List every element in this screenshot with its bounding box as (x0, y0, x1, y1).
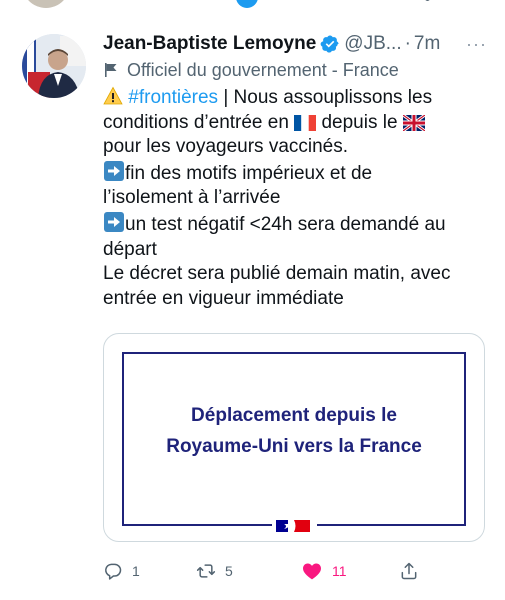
reply-icon (105, 563, 122, 580)
reply-count: 1 (132, 563, 140, 579)
verified-badge-icon (320, 35, 339, 53)
previous-tweet-fragment (0, 0, 505, 10)
government-label: Officiel du gouvernement - France (103, 58, 399, 82)
text-line-9: entrée en vigueur immédiate (103, 287, 344, 309)
header-separator: · (404, 33, 411, 54)
previous-accent-icon (236, 0, 258, 8)
uk-flag-icon (402, 114, 425, 131)
card-title-line-2: Royaume-Uni vers la France (166, 436, 422, 457)
french-republic-logo (272, 518, 317, 534)
text-line-6: un test négatif <24h sera demandé au (103, 211, 493, 238)
tweet-text: #frontières | Nous assouplissons les con… (103, 86, 493, 311)
tweet-timestamp[interactable]: 7m (414, 31, 440, 57)
text-line-5: l’isolement à l’arrivée (103, 187, 281, 209)
author-handle[interactable]: @JB... (344, 31, 401, 57)
card-title: Déplacement depuis le Royaume-Uni vers l… (104, 400, 484, 462)
text-segment: depuis le (321, 111, 403, 133)
retweet-icon (196, 564, 216, 578)
label-text: Officiel du gouvernement - France (127, 59, 399, 80)
france-flag-icon (294, 114, 317, 131)
heart-icon (303, 563, 321, 580)
text-line-2: conditions d’entrée en depuis le (103, 111, 493, 136)
hashtag-link[interactable]: #frontières (128, 87, 218, 108)
like-button[interactable]: 11 (301, 559, 347, 583)
text-segment: fin des motifs impérieux et de (125, 162, 373, 184)
retweet-count: 5 (225, 563, 233, 579)
text-line-3: pour les voyageurs vaccinés. (103, 136, 349, 158)
action-bar: 1 5 11 (103, 559, 433, 583)
more-options-icon[interactable]: ··· (466, 31, 487, 57)
right-arrow-icon (104, 211, 124, 232)
avatar-image (22, 34, 86, 98)
previous-dot (425, 0, 430, 1)
share-icon (401, 562, 417, 580)
text-segment: conditions d’entrée en (103, 111, 295, 133)
text-line-7: départ (103, 238, 157, 260)
warning-icon (103, 86, 123, 105)
text-line-8: Le décret sera publié demain matin, avec (103, 263, 451, 285)
previous-avatar (22, 0, 70, 8)
right-arrow-icon (104, 160, 124, 181)
tweet-header: Jean-Baptiste Lemoyne @JB... · 7m ··· (103, 31, 487, 57)
flag-icon (105, 63, 117, 77)
author-name[interactable]: Jean-Baptiste Lemoyne (103, 31, 316, 57)
profile-avatar[interactable] (22, 34, 86, 98)
text-segment: | Nous assouplissons les (218, 87, 433, 108)
text-segment: un test négatif <24h sera demandé au (125, 213, 446, 235)
text-line-1: #frontières | Nous assouplissons les (103, 86, 493, 111)
like-count: 11 (332, 563, 347, 579)
retweet-button[interactable]: 5 (196, 559, 233, 583)
card-title-line-1: Déplacement depuis le (191, 405, 397, 426)
text-line-4: fin des motifs impérieux et de (103, 160, 493, 187)
share-button[interactable] (399, 559, 419, 583)
media-card[interactable]: Déplacement depuis le Royaume-Uni vers l… (103, 333, 485, 542)
reply-button[interactable]: 1 (103, 559, 140, 583)
